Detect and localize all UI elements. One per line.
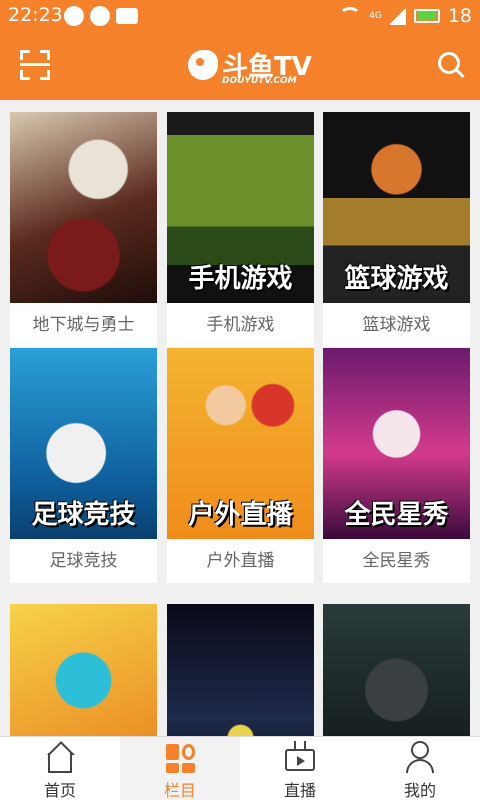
bottom-tab-bar: 首页 栏目 直播 我的 (0, 736, 480, 800)
tab-label: 我的 (403, 781, 436, 800)
notification-icons (64, 6, 138, 26)
category-label: 地下城与勇士 (32, 315, 135, 335)
tab-home[interactable]: 首页 (0, 737, 120, 800)
app-header: 斗鱼TV DOUYUTV.COM (0, 32, 480, 100)
category-thumbnail (10, 604, 157, 736)
tv-antenna (294, 741, 306, 749)
category-thumbnail: 户外直播 (167, 348, 314, 539)
tab-label: 栏目 (163, 781, 196, 800)
tv-icon (285, 749, 315, 771)
tab-label: 直播 (283, 781, 316, 800)
search-icon[interactable] (438, 52, 465, 79)
signal-icon (389, 7, 406, 25)
fish-logo-icon (188, 50, 218, 80)
battery-level: 18 (447, 5, 472, 27)
category-card[interactable] (167, 604, 314, 736)
category-label: 足球竞技 (49, 551, 118, 571)
category-card[interactable] (323, 604, 470, 736)
category-thumbnail: 足球竞技 (10, 348, 157, 539)
category-card[interactable]: 篮球游戏 篮球游戏 (323, 112, 470, 347)
tab-categories[interactable]: 栏目 (120, 737, 240, 800)
category-card[interactable]: 全民星秀 全民星秀 (323, 348, 470, 583)
notification-icon (64, 6, 84, 26)
network-type: 4G (369, 10, 382, 21)
category-label: 全民星秀 (362, 551, 431, 571)
category-card[interactable]: 足球竞技 足球竞技 (10, 348, 157, 583)
category-thumbnail (10, 112, 157, 303)
category-label: 户外直播 (206, 551, 275, 571)
person-icon (411, 741, 429, 759)
home-icon-body (48, 753, 72, 773)
category-card[interactable] (10, 604, 157, 736)
category-card[interactable]: 地下城与勇士 (10, 112, 157, 347)
category-thumbnail (323, 604, 470, 736)
scan-icon[interactable] (20, 50, 50, 80)
battery-icon (413, 9, 440, 23)
thumbnail-text: 足球竞技 (31, 500, 136, 530)
wifi-icon (339, 7, 362, 25)
category-label: 篮球游戏 (362, 315, 431, 335)
category-thumbnail: 手机游戏 (167, 112, 314, 303)
tab-me[interactable]: 我的 (360, 737, 480, 800)
category-card[interactable]: 户外直播 户外直播 (167, 348, 314, 583)
app-logo: 斗鱼TV DOUYUTV.COM (188, 46, 314, 90)
tab-live[interactable]: 直播 (240, 737, 360, 800)
category-thumbnail: 篮球游戏 (323, 112, 470, 303)
status-bar: 22:23 4G 18 (0, 0, 480, 32)
status-right: 4G 18 (339, 5, 472, 27)
grid-icon (166, 744, 195, 773)
thumbnail-text: 户外直播 (188, 500, 293, 530)
tab-label: 首页 (43, 781, 76, 800)
message-icon (116, 8, 138, 24)
category-thumbnail (167, 604, 314, 736)
person-icon-body (406, 759, 434, 773)
category-grid: 地下城与勇士 手机游戏 手机游戏 篮球游戏 篮球游戏 足球竞技 足球竞技 户外直… (0, 100, 480, 736)
category-thumbnail: 全民星秀 (323, 348, 470, 539)
thumbnail-text: 篮球游戏 (344, 264, 449, 294)
thumbnail-text: 全民星秀 (344, 500, 449, 530)
status-time: 22:23 (8, 4, 63, 26)
notification-icon (90, 6, 110, 26)
category-card[interactable]: 手机游戏 手机游戏 (167, 112, 314, 347)
thumbnail-text: 手机游戏 (188, 264, 293, 294)
logo-subtitle: DOUYUTV.COM (222, 76, 297, 86)
category-label: 手机游戏 (206, 315, 275, 335)
